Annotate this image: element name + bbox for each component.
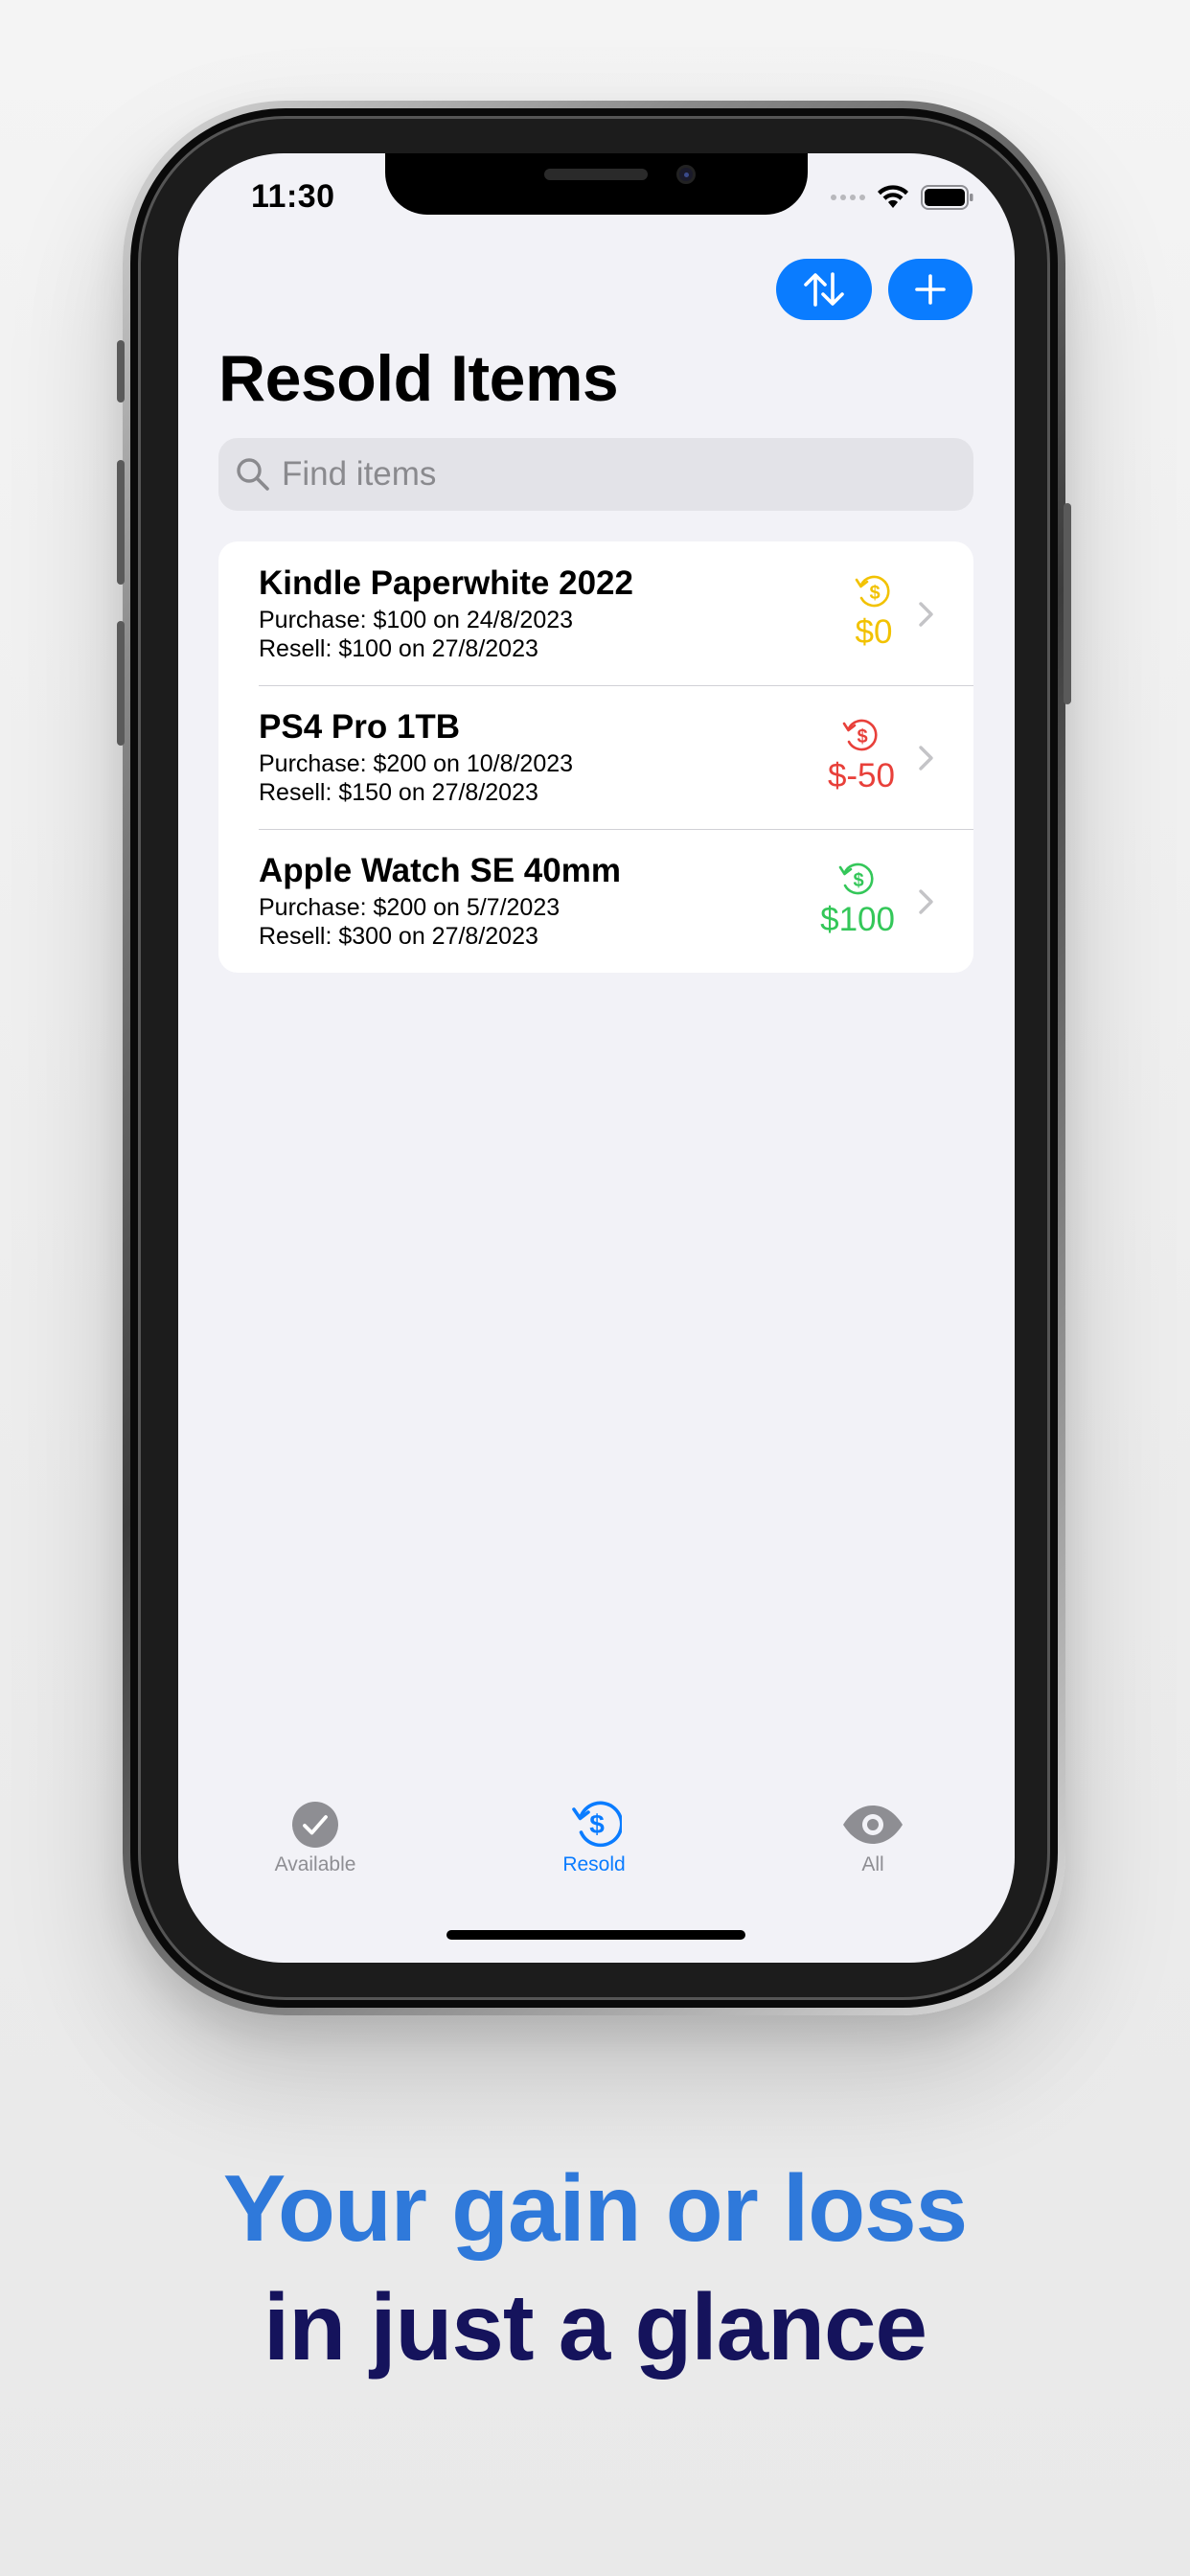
item-profit: $ $-50 [828,714,895,796]
search-icon [234,455,272,494]
volume-up-button [117,460,125,585]
list-item[interactable]: Apple Watch SE 40mm Purchase: $200 on 5/… [218,829,973,973]
item-name: PS4 Pro 1TB [259,708,461,746]
item-resell: Resell: $100 on 27/8/2023 [259,635,538,662]
tab-label: All [861,1853,884,1875]
item-purchase: Purchase: $200 on 10/8/2023 [259,750,574,777]
svg-text:$: $ [869,583,880,604]
tab-label: Resold [562,1853,626,1875]
item-profit: $ $0 [853,570,895,653]
sort-button[interactable] [776,259,872,320]
chevron-right-icon [919,889,933,914]
checkmark-circle-icon [292,1802,338,1848]
item-resell: Resell: $150 on 27/8/2023 [259,779,538,806]
chevron-right-icon [919,746,933,770]
sort-arrows-icon [804,272,844,307]
battery-icon [921,185,973,210]
tagline-line-1: Your gain or loss [222,2155,968,2261]
item-purchase: Purchase: $100 on 24/8/2023 [259,607,574,633]
svg-text:$: $ [854,870,864,891]
search-input[interactable] [280,454,954,494]
power-button [1064,503,1071,704]
search-bar[interactable] [218,438,973,511]
add-item-button[interactable] [888,259,973,320]
chevron-right-icon [919,602,933,627]
item-purchase: Purchase: $200 on 5/7/2023 [259,894,561,921]
page-title: Resold Items [218,342,619,415]
tab-label: Available [274,1853,356,1875]
app-screen: 11:30 Resold Items Find items Kindle Pap… [178,153,1015,1963]
front-camera [676,165,696,184]
eye-icon [843,1806,903,1844]
tagline-line-2: in just a glance [263,2274,927,2380]
profit-value: $100 [820,901,895,938]
item-resell: Resell: $300 on 27/8/2023 [259,923,538,950]
notch [385,153,808,215]
silent-switch [117,340,125,402]
plus-icon [915,274,946,305]
profit-value: $0 [855,613,893,651]
svg-text:$: $ [589,1809,605,1839]
dollar-cycle-icon: $ [838,862,874,895]
status-time: 11:30 [251,178,335,215]
status-indicators [831,180,974,215]
item-profit: $ $100 [820,858,895,940]
resold-items-list: Kindle Paperwhite 2022 Purchase: $100 on… [218,541,973,973]
tab-available[interactable]: Available [219,1800,411,1876]
svg-text:$: $ [857,726,867,748]
cellular-signal-icon [831,195,865,200]
list-item[interactable]: Kindle Paperwhite 2022 Purchase: $100 on… [218,541,973,685]
item-name: Apple Watch SE 40mm [259,852,621,889]
wifi-icon [878,185,908,208]
tab-all[interactable]: All [777,1800,969,1876]
list-item[interactable]: PS4 Pro 1TB Purchase: $200 on 10/8/2023 … [218,685,973,829]
speaker-grille [544,169,648,180]
dollar-cycle-icon: $ [842,719,878,751]
dollar-cycle-icon: $ [572,1801,622,1848]
tab-bar: Available $ Resold All [178,1800,1015,1896]
tab-resold[interactable]: $ Resold [498,1800,690,1876]
volume-down-button [117,621,125,746]
item-name: Kindle Paperwhite 2022 [259,564,633,602]
dollar-cycle-icon: $ [855,575,890,608]
home-indicator [446,1930,745,1940]
profit-value: $-50 [827,757,895,794]
